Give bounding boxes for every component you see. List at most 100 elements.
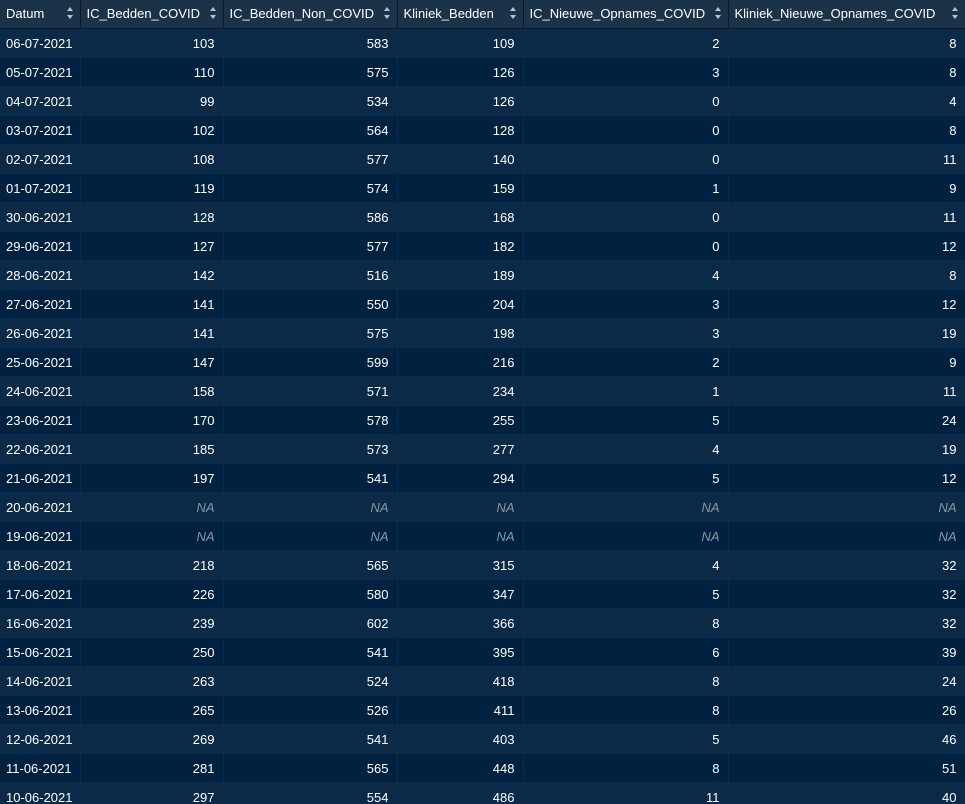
cell-kliniek_opnames: 12 [728, 463, 965, 493]
cell-ic_covid: NA [80, 521, 224, 551]
column-header-kliniek-nieuwe-opnames-covid[interactable]: Kliniek_Nieuwe_Opnames_COVID [728, 0, 965, 29]
cell-ic_covid: 128 [80, 202, 224, 232]
cell-datum: 18-06-2021 [0, 550, 81, 580]
sort-arrows-icon[interactable] [509, 5, 517, 21]
cell-kliniek_opnames: 51 [728, 753, 965, 783]
cell-kliniek_opnames: 12 [728, 231, 965, 261]
cell-ic_non_covid: NA [223, 521, 398, 551]
table-row: 17-06-2021 226 580 347 5 32 [0, 579, 965, 609]
table-row: 13-06-2021 265 526 411 8 26 [0, 695, 965, 725]
cell-ic_opnames: 5 [523, 463, 729, 493]
table-row: 22-06-2021 185 573 277 4 19 [0, 434, 965, 464]
cell-datum: 29-06-2021 [0, 231, 81, 261]
cell-kliniek_opnames: 11 [728, 376, 965, 406]
cell-ic_opnames: 0 [523, 231, 729, 261]
cell-ic_covid: 119 [80, 173, 224, 203]
cell-kliniek: 189 [397, 260, 524, 290]
sort-arrows-icon[interactable] [714, 5, 722, 21]
cell-ic_non_covid: 575 [223, 318, 398, 348]
cell-kliniek_opnames: 8 [728, 260, 965, 290]
cell-kliniek_opnames: 39 [728, 637, 965, 667]
column-header-ic-bedden-non-covid[interactable]: IC_Bedden_Non_COVID [223, 0, 398, 29]
table-row: 12-06-2021 269 541 403 5 46 [0, 724, 965, 754]
cell-ic_covid: 218 [80, 550, 224, 580]
cell-ic_covid: 281 [80, 753, 224, 783]
table-row: 26-06-2021 141 575 198 3 19 [0, 318, 965, 348]
cell-datum: 12-06-2021 [0, 724, 81, 754]
sort-arrows-icon[interactable] [951, 5, 959, 21]
cell-kliniek: 126 [397, 86, 524, 116]
data-table: Datum IC_Bedden_COVID IC_Bedden_Non_COVI… [0, 0, 965, 804]
table-row: 28-06-2021 142 516 189 4 8 [0, 260, 965, 290]
cell-ic_non_covid: 541 [223, 637, 398, 667]
table-row: 14-06-2021 263 524 418 8 24 [0, 666, 965, 696]
cell-ic_non_covid: 578 [223, 405, 398, 435]
table-row: 01-07-2021 119 574 159 1 9 [0, 173, 965, 203]
cell-ic_opnames: 2 [523, 347, 729, 377]
column-header-ic-nieuwe-opnames-covid[interactable]: IC_Nieuwe_Opnames_COVID [523, 0, 729, 29]
column-header-label: IC_Bedden_COVID [86, 6, 200, 21]
cell-ic_non_covid: 550 [223, 289, 398, 319]
cell-datum: 26-06-2021 [0, 318, 81, 348]
table-row: 02-07-2021 108 577 140 0 11 [0, 144, 965, 174]
cell-ic_opnames: 0 [523, 202, 729, 232]
table-row: 27-06-2021 141 550 204 3 12 [0, 289, 965, 319]
cell-kliniek_opnames: 32 [728, 579, 965, 609]
column-header-datum[interactable]: Datum [0, 0, 81, 29]
cell-ic_non_covid: NA [223, 492, 398, 522]
cell-ic_non_covid: 516 [223, 260, 398, 290]
cell-ic_opnames: 8 [523, 666, 729, 696]
cell-ic_covid: 239 [80, 608, 224, 638]
cell-datum: 06-07-2021 [0, 28, 81, 58]
cell-kliniek: NA [397, 521, 524, 551]
cell-ic_covid: 102 [80, 115, 224, 145]
table-row: 16-06-2021 239 602 366 8 32 [0, 608, 965, 638]
cell-datum: 02-07-2021 [0, 144, 81, 174]
cell-kliniek: 366 [397, 608, 524, 638]
cell-datum: 24-06-2021 [0, 376, 81, 406]
column-header-label: IC_Bedden_Non_COVID [229, 6, 375, 21]
cell-kliniek: 126 [397, 57, 524, 87]
cell-ic_covid: 269 [80, 724, 224, 754]
cell-ic_covid: 110 [80, 57, 224, 87]
cell-kliniek: NA [397, 492, 524, 522]
cell-datum: 13-06-2021 [0, 695, 81, 725]
cell-kliniek_opnames: 46 [728, 724, 965, 754]
sort-arrows-icon[interactable] [383, 5, 391, 21]
cell-datum: 14-06-2021 [0, 666, 81, 696]
table-row: 11-06-2021 281 565 448 8 51 [0, 753, 965, 783]
cell-kliniek: 418 [397, 666, 524, 696]
cell-ic_opnames: 4 [523, 434, 729, 464]
table-header: Datum IC_Bedden_COVID IC_Bedden_Non_COVI… [0, 0, 965, 29]
cell-ic_opnames: 5 [523, 724, 729, 754]
table-row: 06-07-2021 103 583 109 2 8 [0, 28, 965, 58]
cell-datum: 20-06-2021 [0, 492, 81, 522]
cell-ic_non_covid: 573 [223, 434, 398, 464]
cell-ic_covid: 265 [80, 695, 224, 725]
cell-kliniek_opnames: 24 [728, 405, 965, 435]
cell-kliniek: 204 [397, 289, 524, 319]
cell-ic_non_covid: 571 [223, 376, 398, 406]
cell-ic_opnames: NA [523, 492, 729, 522]
cell-ic_non_covid: 564 [223, 115, 398, 145]
sort-arrows-icon[interactable] [209, 5, 217, 21]
cell-kliniek: 403 [397, 724, 524, 754]
cell-ic_opnames: 4 [523, 260, 729, 290]
cell-kliniek_opnames: 40 [728, 782, 965, 804]
cell-ic_opnames: 5 [523, 579, 729, 609]
cell-kliniek: 140 [397, 144, 524, 174]
cell-ic_covid: 141 [80, 318, 224, 348]
cell-datum: 04-07-2021 [0, 86, 81, 116]
sort-arrows-icon[interactable] [66, 5, 74, 21]
column-header-ic-bedden-covid[interactable]: IC_Bedden_COVID [80, 0, 224, 29]
cell-kliniek: 486 [397, 782, 524, 804]
cell-ic_opnames: 1 [523, 173, 729, 203]
cell-ic_covid: 142 [80, 260, 224, 290]
cell-ic_non_covid: 554 [223, 782, 398, 804]
column-header-kliniek-bedden[interactable]: Kliniek_Bedden [397, 0, 524, 29]
cell-ic_non_covid: 565 [223, 550, 398, 580]
cell-kliniek_opnames: 19 [728, 434, 965, 464]
cell-ic_covid: 127 [80, 231, 224, 261]
cell-ic_covid: 250 [80, 637, 224, 667]
cell-kliniek: 198 [397, 318, 524, 348]
